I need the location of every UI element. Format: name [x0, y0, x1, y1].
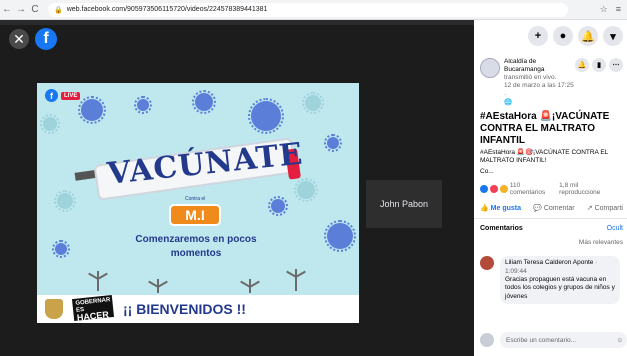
- city-crest-icon: [45, 299, 63, 319]
- hide-comments-link[interactable]: Ocult: [607, 225, 623, 232]
- tree-decoration: [97, 271, 99, 291]
- commenter-avatar[interactable]: [480, 256, 494, 271]
- browser-toolbar: ← → C 🔒 web.facebook.com/905973506115720…: [0, 0, 627, 20]
- top-strip: [0, 20, 474, 25]
- write-comment-row: Escribe un comentario... ☺: [480, 332, 627, 348]
- post-date[interactable]: 12 de marzo a las 17:25 ·: [504, 82, 574, 98]
- comment-item: Liliam Teresa Calderon Aponte · 1:09:44 …: [474, 246, 627, 305]
- browser-menu-icon[interactable]: ≡: [616, 4, 621, 15]
- virus-decoration: [78, 96, 106, 124]
- video-viewer: ✕ f f LIVE VACÚNATE Contra el M.I Comenz…: [0, 20, 474, 356]
- post-header: Alcaldía de Bucaramanga transmitió en vi…: [474, 52, 627, 107]
- post-body: #AEstaHora 🚨🎯¡VACÚNATE CONTRA EL MALTRAT…: [480, 148, 609, 165]
- follow-bell-icon[interactable]: 🔔: [575, 58, 589, 72]
- live-indicator: f LIVE: [45, 89, 81, 102]
- virus-decoration: [54, 190, 76, 212]
- more-options-icon[interactable]: ⋯: [609, 58, 623, 72]
- virus-decoration: [52, 240, 70, 258]
- post-title: #AEstaHora 🚨¡VACÚNATE CONTRA EL MALTRATO…: [480, 110, 610, 146]
- share-label: Comparti: [594, 205, 623, 213]
- virus-decoration: [268, 196, 288, 216]
- page-avatar[interactable]: [480, 58, 500, 78]
- tree-decoration: [295, 269, 297, 291]
- comment-input-placeholder: Escribe un comentario...: [506, 336, 577, 344]
- account-menu-icon[interactable]: ▾: [603, 26, 623, 46]
- messenger-icon[interactable]: ●: [553, 26, 573, 46]
- post-author-info: Alcaldía de Bucaramanga transmitió en vi…: [504, 58, 574, 107]
- virus-decoration: [192, 90, 216, 114]
- views-count: 1,8 mil reproduccione: [559, 182, 601, 197]
- mi-badge: M.I: [169, 204, 221, 226]
- forward-icon[interactable]: →: [14, 4, 28, 15]
- save-icon[interactable]: ▮: [592, 58, 606, 72]
- like-reaction-icon: [480, 185, 488, 194]
- starting-soon-line1: Comenzaremos en pocos: [135, 234, 257, 245]
- comments-count[interactable]: 110 comentarios: [510, 182, 557, 196]
- current-user-avatar: [480, 333, 494, 347]
- post-side-panel: + ● 🔔 ▾ Alcaldía de Bucaramanga transmit…: [474, 20, 627, 356]
- virus-decoration: [294, 178, 318, 202]
- comment-label: Comentar: [543, 205, 575, 213]
- privacy-icon: 🌐: [504, 98, 513, 106]
- like-button[interactable]: 👍 Me gusta: [480, 204, 521, 212]
- comment-author[interactable]: Liliam Teresa Calderon Aponte: [505, 259, 593, 266]
- comments-label: Comentarios: [480, 225, 523, 233]
- haha-reaction-icon: [499, 185, 508, 194]
- reload-icon[interactable]: C: [28, 4, 42, 15]
- love-reaction-icon: [489, 185, 498, 194]
- notifications-icon[interactable]: 🔔: [578, 26, 598, 46]
- starting-soon-line2: momentos: [170, 247, 222, 259]
- comments-header: Comentarios Ocult: [474, 219, 627, 232]
- back-icon[interactable]: ←: [0, 4, 14, 15]
- live-facebook-icon: f: [45, 89, 58, 102]
- lock-icon: 🔒: [54, 6, 63, 14]
- bookmark-star-icon[interactable]: ☆: [600, 4, 608, 15]
- comment-text: Gracias propaguen está vacuna en todos l…: [505, 275, 615, 300]
- page-name-line2[interactable]: Bucaramanga: [504, 66, 574, 74]
- participant-name: John Pabon: [379, 199, 429, 209]
- panel-toolbar: + ● 🔔 ▾: [474, 20, 627, 52]
- post-status: transmitió en vivo.: [504, 74, 557, 82]
- see-more-link[interactable]: Co...: [474, 166, 627, 176]
- like-label: Me gusta: [490, 205, 522, 213]
- comment-bubble: Liliam Teresa Calderon Aponte · 1:09:44 …: [500, 256, 620, 305]
- tree-decoration: [249, 279, 251, 293]
- virus-decoration: [248, 98, 284, 134]
- welcome-text: ¡¡ BIENVENIDOS !!: [123, 301, 246, 317]
- comment-input[interactable]: Escribe un comentario... ☺: [500, 332, 627, 348]
- comment-sort-dropdown[interactable]: Más relevantes: [474, 232, 627, 246]
- virus-decoration: [302, 92, 324, 114]
- post-actions: 👍 Me gusta 💬 Comentar ↗ Comparti: [474, 196, 627, 220]
- contra-label: Contra el: [185, 196, 206, 202]
- virus-decoration: [324, 220, 356, 252]
- comment-button[interactable]: 💬 Comentar: [533, 204, 574, 212]
- address-bar[interactable]: 🔒 web.facebook.com/905973506115720/video…: [48, 2, 568, 17]
- tree-decoration: [157, 279, 159, 293]
- starting-soon-text: Comenzaremos en pocos momentos: [121, 233, 271, 260]
- virus-decoration: [40, 114, 60, 134]
- facebook-logo-icon[interactable]: f: [35, 28, 57, 50]
- virus-decoration: [324, 134, 342, 152]
- live-badge: LIVE: [61, 91, 81, 100]
- virus-decoration: [134, 96, 152, 114]
- gobernar-es-hacer-logo: GOBERNAR ES HACER: [71, 294, 115, 323]
- plus-icon[interactable]: +: [528, 26, 548, 46]
- close-icon[interactable]: ✕: [9, 29, 29, 49]
- participant-tile: John Pabon: [366, 180, 442, 228]
- emoji-icon[interactable]: ☺: [616, 337, 623, 344]
- reaction-summary[interactable]: 110 comentarios 1,8 mil reproduccione: [474, 176, 627, 196]
- url-text: web.facebook.com/905973506115720/videos/…: [66, 6, 268, 13]
- share-button[interactable]: ↗ Comparti: [587, 204, 623, 212]
- page-name-line1[interactable]: Alcaldía de: [504, 58, 574, 66]
- video-frame[interactable]: f LIVE VACÚNATE Contra el M.I Comenzarem…: [37, 83, 359, 323]
